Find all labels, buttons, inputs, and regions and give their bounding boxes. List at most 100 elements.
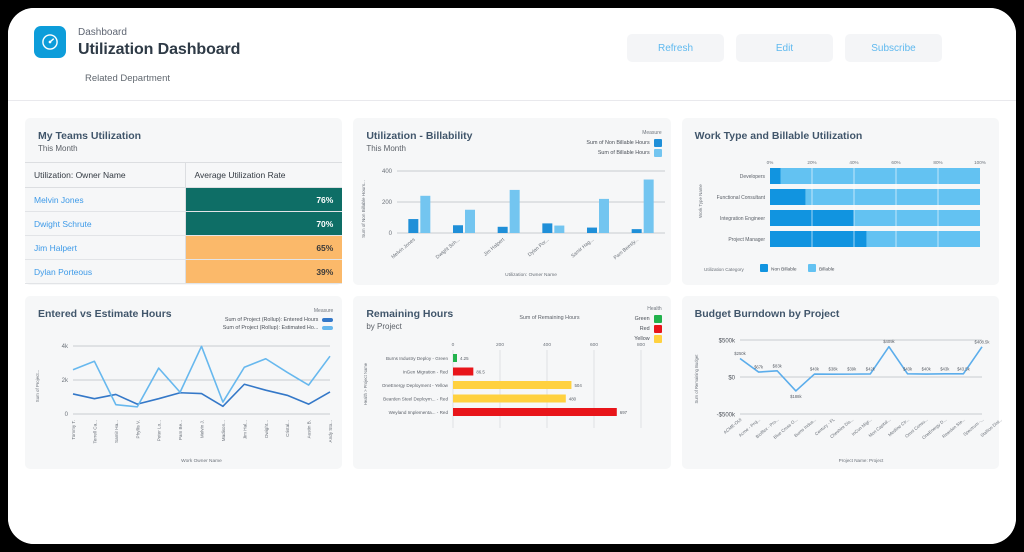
table-row[interactable]: Dylan Porteous39% xyxy=(25,260,342,284)
legend-item[interactable]: Sum of Billable Hours xyxy=(586,149,661,157)
legend-swatch xyxy=(808,264,816,272)
bar[interactable] xyxy=(453,368,473,376)
legend-item[interactable]: Sum of Project (Rollup): Estimated Ho... xyxy=(223,325,334,331)
x-axis-tick: 80% xyxy=(933,160,942,165)
bar[interactable] xyxy=(453,354,457,362)
column-header-owner[interactable]: Utilization: Owner Name xyxy=(25,163,185,188)
remaining-hours-chart[interactable]: 0200400600800Burns Industry Deploy - Gre… xyxy=(353,332,673,462)
utilization-rate-cell: 70% xyxy=(185,212,342,236)
legend-label: Sum of Billable Hours xyxy=(598,150,650,156)
x-axis-tick: 20% xyxy=(807,160,816,165)
x-axis-tick: Peter Lo... xyxy=(157,420,162,441)
owner-name-link[interactable]: Jim Halpert xyxy=(25,236,185,260)
x-axis-tick: 400 xyxy=(543,342,551,348)
bar-segment-nonbillable[interactable] xyxy=(770,189,806,205)
utilization-rate-cell: 65% xyxy=(185,236,342,260)
data-point-label: $409k xyxy=(883,339,895,344)
widget-title: Remaining Hours xyxy=(366,308,657,320)
work-type-chart[interactable]: 0%20%40%60%80%100%DevelopersFunctional C… xyxy=(682,146,1002,286)
x-axis-title: Utilization: Owner Name xyxy=(505,272,557,278)
bar-segment-billable[interactable] xyxy=(805,189,979,205)
legend-swatch-estimated xyxy=(322,326,333,330)
bar-nonbillable[interactable] xyxy=(543,223,553,233)
table-row[interactable]: Dwight Schrute70% xyxy=(25,212,342,236)
bar-billable[interactable] xyxy=(644,180,654,233)
data-point-label: $39k xyxy=(847,367,857,372)
x-axis-tick: 0% xyxy=(766,160,773,165)
legend-swatch-entered xyxy=(322,318,333,322)
bar-billable[interactable] xyxy=(465,210,475,233)
y-axis-tick: OneEnergy Deployment - Yellow xyxy=(382,383,449,388)
legend-title: Measure xyxy=(223,308,334,314)
x-axis-tick: Austin B. xyxy=(307,420,312,438)
bar[interactable] xyxy=(453,408,617,416)
breadcrumb[interactable]: Dashboard xyxy=(78,26,240,39)
bar-segment-billable[interactable] xyxy=(854,210,980,226)
bar-billable[interactable] xyxy=(421,196,431,233)
bar[interactable] xyxy=(453,395,566,403)
table-body: Melvin Jones76%Dwight Schrute70%Jim Halp… xyxy=(25,188,342,284)
y-axis-tick: Bearden Steel Deploym... - Red xyxy=(383,397,448,402)
column-header-rate[interactable]: Average Utilization Rate xyxy=(185,163,342,188)
legend-label: Billable xyxy=(819,267,835,273)
utilization-rate-cell: 76% xyxy=(185,188,342,212)
x-axis-tick: Pam Beesly... xyxy=(613,237,640,261)
x-axis-tick: Tommy T. xyxy=(71,420,76,440)
bar[interactable] xyxy=(453,381,571,389)
x-axis-tick: Jim Halpert xyxy=(483,237,507,258)
bar-segment-billable[interactable] xyxy=(866,231,979,247)
page-title: Utilization Dashboard xyxy=(78,40,240,60)
y-axis-tick: InGen Migration - Red xyxy=(403,370,449,375)
bar-billable[interactable] xyxy=(510,190,520,233)
y-axis-title: Health > Project Name xyxy=(363,362,368,405)
remaining-header: Remaining Hours by Project xyxy=(353,296,670,331)
y-axis-tick: 0 xyxy=(389,231,393,237)
table-row[interactable]: Jim Halpert65% xyxy=(25,236,342,260)
header-titles: Dashboard Utilization Dashboard xyxy=(78,26,240,60)
edit-button[interactable]: Edit xyxy=(736,34,833,62)
legend-item[interactable]: Sum of Non Billable Hours xyxy=(586,139,661,147)
legend-item[interactable]: Sum of Project (Rollup): Entered Hours xyxy=(223,317,334,323)
subscribe-button[interactable]: Subscribe xyxy=(845,34,942,62)
bar-billable[interactable] xyxy=(599,199,609,233)
bar-nonbillable[interactable] xyxy=(587,228,597,233)
x-axis-tick: 60% xyxy=(891,160,900,165)
x-axis-tick: Dwight... xyxy=(264,420,269,438)
bar-segment-nonbillable[interactable] xyxy=(770,231,867,247)
bar-billable[interactable] xyxy=(555,226,565,233)
bar-nonbillable[interactable] xyxy=(409,219,419,233)
data-point-label: $38k xyxy=(828,367,838,372)
widget-budget-burndown: Budget Burndown by Project $500k$0-$500k… xyxy=(682,296,999,469)
data-point-label: $188k xyxy=(790,394,802,399)
widget-title: Budget Burndown by Project xyxy=(695,308,986,320)
entered-estimate-chart[interactable]: 4k2k0Tommy T.Terrell Ca...Samir Ha...Phy… xyxy=(25,336,345,469)
legend-label: Sum of Project (Rollup): Entered Hours xyxy=(225,317,318,323)
related-department-label: Related Department xyxy=(85,73,170,84)
billability-chart[interactable]: 4002000Melvin JonesDwight Sch...Jim Halp… xyxy=(353,163,673,283)
bar-nonbillable[interactable] xyxy=(632,229,642,233)
legend-label: Green xyxy=(635,316,650,322)
bar-segment-billable[interactable] xyxy=(780,168,980,184)
table-row[interactable]: Melvin Jones76% xyxy=(25,188,342,212)
bar-segment-nonbillable[interactable] xyxy=(770,168,781,184)
bar-nonbillable[interactable] xyxy=(453,225,463,233)
y-axis-title: Sum of Remaining Budget xyxy=(694,354,699,404)
widget-subtitle: This Month xyxy=(38,144,329,153)
data-point-label: $250k xyxy=(734,351,746,356)
chart-legend: Measure Sum of Project (Rollup): Entered… xyxy=(223,308,334,333)
owner-name-link[interactable]: Melvin Jones xyxy=(25,188,185,212)
legend-swatch-green xyxy=(654,315,662,323)
x-axis-tick: Samir Ha... xyxy=(114,420,119,443)
refresh-button[interactable]: Refresh xyxy=(627,34,724,62)
bar-value-label: 697 xyxy=(620,410,628,415)
bar-value-label: 504 xyxy=(575,383,583,388)
y-axis-tick: Project Manager xyxy=(728,237,765,243)
x-axis-tick: 800 xyxy=(637,342,645,348)
bar-nonbillable[interactable] xyxy=(498,227,508,233)
utilization-rate-cell: 39% xyxy=(185,260,342,284)
budget-burndown-chart[interactable]: $500k$0-$500k$250k$67k$83k$188k$40k$38k$… xyxy=(682,324,1002,469)
data-point-label: $408.5k xyxy=(974,339,990,344)
legend-item[interactable]: Green xyxy=(634,315,661,323)
owner-name-link[interactable]: Dwight Schrute xyxy=(25,212,185,236)
owner-name-link[interactable]: Dylan Porteous xyxy=(25,260,185,284)
